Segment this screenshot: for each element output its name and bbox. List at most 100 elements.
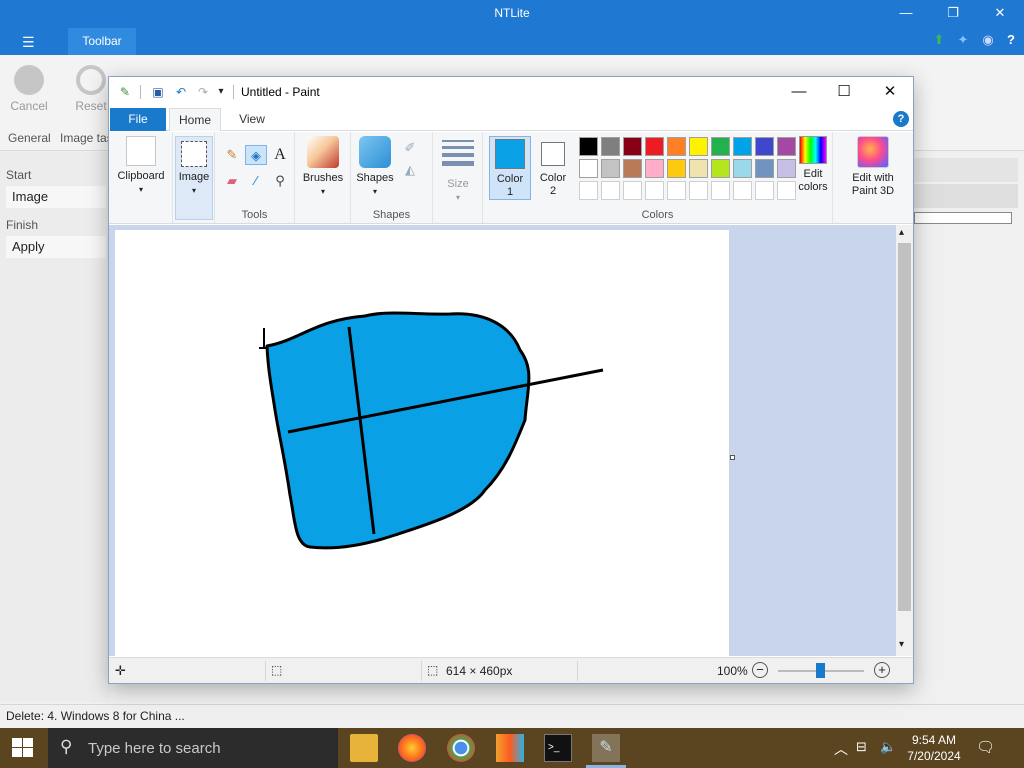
ntlite-minimize-button[interactable]: —	[893, 4, 919, 22]
color-picker-icon[interactable]: ⁄	[245, 171, 267, 191]
group-tools: ✎ ◈ A ▰ ⁄ ⚲ Tools	[215, 132, 295, 223]
palette-swatch[interactable]	[623, 159, 642, 178]
palette-swatch[interactable]	[777, 159, 796, 178]
ntlite-restore-button[interactable]: ❐	[940, 4, 966, 22]
outline-icon[interactable]: ✐	[399, 138, 421, 158]
scrollbar-thumb[interactable]	[898, 243, 911, 611]
palette-swatch[interactable]	[711, 137, 730, 156]
terminal-icon[interactable]: >_	[544, 734, 572, 762]
palette-swatch[interactable]	[689, 137, 708, 156]
paint-taskbar-icon[interactable]: ✎	[592, 734, 620, 762]
panel-row	[912, 184, 1018, 208]
color2-button[interactable]: Color 2	[535, 136, 571, 198]
palette-swatch-empty[interactable]	[711, 181, 730, 200]
pencil-icon[interactable]: ✎	[221, 145, 243, 165]
ntlite-close-button[interactable]: ✕	[987, 4, 1013, 22]
redo-icon[interactable]: ↷	[195, 84, 211, 100]
palette-swatch-empty[interactable]	[733, 181, 752, 200]
image-button[interactable]: Image ▾	[175, 136, 213, 220]
ntlite-app-icon[interactable]	[496, 734, 524, 762]
group-label-tools: Tools	[241, 209, 268, 221]
palette-swatch[interactable]	[601, 137, 620, 156]
palette-swatch[interactable]	[579, 159, 598, 178]
sidebar-item-image[interactable]: Image	[6, 186, 106, 208]
palette-swatch[interactable]	[689, 159, 708, 178]
palette-swatch[interactable]	[623, 137, 642, 156]
palette-swatch-empty[interactable]	[645, 181, 664, 200]
shapes-button[interactable]: Shapes ▾	[355, 136, 395, 198]
help-icon[interactable]: ?	[1003, 32, 1019, 48]
windows-start-icon[interactable]	[12, 738, 34, 758]
scroll-down-icon[interactable]: ▾	[899, 639, 904, 650]
zoom-out-button[interactable]: −	[752, 662, 768, 678]
brushes-button[interactable]: Brushes ▾	[299, 136, 347, 198]
palette-swatch[interactable]	[711, 159, 730, 178]
fill-icon[interactable]: ◈	[245, 145, 267, 165]
drawing-canvas[interactable]	[115, 230, 729, 656]
quick-access-dropdown-icon[interactable]: ▾	[213, 84, 229, 100]
palette-swatch[interactable]	[733, 137, 752, 156]
cancel-button[interactable]: Cancel	[4, 63, 54, 113]
text-icon[interactable]: A	[269, 145, 291, 165]
ntlite-tab-toolbar[interactable]: Toolbar	[68, 28, 136, 55]
ntlite-menu-icon[interactable]: ☰	[22, 34, 35, 51]
eraser-icon[interactable]: ▰	[221, 171, 243, 191]
scroll-up-icon[interactable]: ▴	[899, 227, 904, 238]
undo-icon[interactable]: ↶	[173, 84, 189, 100]
color2-swatch	[541, 142, 565, 166]
palette-swatch-empty[interactable]	[623, 181, 642, 200]
taskbar-search-box[interactable]: ⚲ Type here to search	[48, 728, 338, 768]
tab-view[interactable]: View	[227, 108, 277, 131]
edit-colors-button[interactable]: Edit colors	[795, 136, 831, 194]
edit-with-paint3d-button[interactable]: Edit with Paint 3D	[845, 136, 901, 198]
fill-shape-icon[interactable]: ◭	[399, 160, 421, 180]
notifications-icon[interactable]: 🗨	[976, 738, 995, 756]
magnifier-icon[interactable]: ⚲	[269, 171, 291, 191]
vertical-scrollbar[interactable]: ▴ ▾	[896, 225, 913, 656]
palette-swatch[interactable]	[601, 159, 620, 178]
paint-help-icon[interactable]: ?	[893, 111, 909, 127]
network-icon[interactable]: ⊟	[856, 739, 867, 755]
firefox-icon[interactable]	[398, 734, 426, 762]
palette-swatch[interactable]	[733, 159, 752, 178]
palette-swatch[interactable]	[645, 159, 664, 178]
chrome-icon[interactable]	[447, 734, 475, 762]
file-explorer-icon[interactable]	[350, 734, 378, 762]
sidebar-item-apply[interactable]: Apply	[6, 236, 106, 258]
paint-close-button[interactable]: ✕	[870, 81, 910, 103]
palette-swatch[interactable]	[755, 159, 774, 178]
tab-home[interactable]: Home	[169, 108, 221, 131]
canvas-resize-handle[interactable]	[730, 455, 735, 460]
zoom-in-button[interactable]: +	[874, 662, 890, 678]
palette-swatch[interactable]	[755, 137, 774, 156]
palette-swatch[interactable]	[667, 159, 686, 178]
palette-swatch[interactable]	[667, 137, 686, 156]
paint-maximize-button[interactable]: ☐	[824, 81, 864, 103]
palette-swatch-empty[interactable]	[777, 181, 796, 200]
clipboard-button[interactable]: Clipboard ▾	[113, 136, 169, 196]
zoom-slider-thumb[interactable]	[816, 663, 825, 678]
update-arrow-icon[interactable]: ⬆	[931, 32, 947, 48]
size-button[interactable]: Size ▾	[439, 136, 477, 204]
palette-swatch-empty[interactable]	[667, 181, 686, 200]
palette-swatch-empty[interactable]	[689, 181, 708, 200]
palette-swatch[interactable]	[645, 137, 664, 156]
paint-minimize-button[interactable]: —	[779, 81, 819, 103]
palette-swatch[interactable]	[579, 137, 598, 156]
group-label-colors: Colors	[641, 209, 674, 221]
discord-icon[interactable]: ◉	[980, 32, 996, 48]
tab-file[interactable]: File	[110, 108, 166, 131]
tray-expand-icon[interactable]: ︿	[834, 739, 848, 759]
palette-swatch-empty[interactable]	[579, 181, 598, 200]
tray-clock[interactable]: 9:54 AM 7/20/2024	[904, 732, 964, 764]
palette-swatch-empty[interactable]	[755, 181, 774, 200]
palette-swatch-empty[interactable]	[601, 181, 620, 200]
color1-button[interactable]: Color 1	[489, 136, 531, 200]
taskbar: ⚲ Type here to search >_ ✎ ︿ ⊟ 🔈 9:54 AM…	[0, 728, 1024, 768]
twitter-icon[interactable]: ✦	[955, 32, 971, 48]
color1-swatch	[495, 139, 525, 169]
save-icon[interactable]: ▣	[150, 84, 166, 100]
palette-swatch[interactable]	[777, 137, 796, 156]
cancel-icon	[14, 65, 44, 95]
volume-muted-icon[interactable]: 🔈	[880, 739, 896, 755]
